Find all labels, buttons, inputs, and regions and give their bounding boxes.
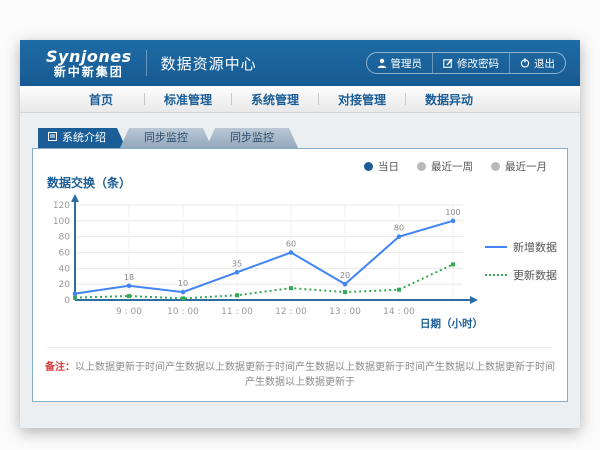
svg-text:9 : 00: 9 : 00 [116,307,142,317]
admin-label: 管理员 [391,56,423,71]
legend-line-swatch [485,246,507,248]
svg-text:120: 120 [53,201,70,211]
svg-text:10: 10 [178,279,188,288]
footer-note: 备注：以上数据更新于时间产生数据以上数据更新于时间产生数据以上数据更新于时间产生… [43,358,557,388]
chart-legend: 新增数据 更新数据 [485,193,565,333]
svg-text:35: 35 [232,259,242,268]
svg-text:80: 80 [59,233,71,243]
svg-text:12 : 00: 12 : 00 [275,307,307,317]
user-menu: 管理员 修改密码 退出 [366,52,567,74]
logo-brand: Synjones [46,48,132,65]
svg-text:日期（小时）: 日期（小时） [420,317,483,330]
logo: Synjones 新中新集团 [46,48,132,79]
tab-bar: 系统介绍 同步监控 同步监控 [38,128,568,148]
page-title: 数据资源中心 [161,53,257,74]
radio-dot [417,162,426,171]
radio-today[interactable]: 当日 [364,159,399,174]
content-area: 系统介绍 同步监控 同步监控 当日 最近一周 [20,113,580,402]
tab-label: 同步监控 [144,131,188,144]
tab-label: 同步监控 [230,131,274,144]
time-range-filter: 当日 最近一周 最近一月 [364,159,547,174]
radio-dot [364,162,373,171]
nav-item-interface-management[interactable]: 对接管理 [319,91,405,108]
svg-text:0: 0 [64,296,70,306]
svg-text:100: 100 [53,217,70,227]
note-text: 以上数据更新于时间产生数据以上数据更新于时间产生数据以上数据更新于时间产生数据以… [75,362,555,388]
y-axis-title: 数据交换（条） [47,174,131,191]
header-divider [146,50,147,76]
radio-last-week[interactable]: 最近一周 [417,159,473,174]
chart-panel: 当日 最近一周 最近一月 数据交换（条） 0 20 40 60 80 100 120 9 : … [32,148,568,402]
admin-button[interactable]: 管理员 [367,53,433,73]
logo-company: 新中新集团 [46,65,132,79]
nav-item-system-management[interactable]: 系统管理 [232,91,318,108]
legend-entry-new-data: 新增数据 [485,239,565,255]
nav-item-home[interactable]: 首页 [58,91,144,108]
svg-text:11 : 00: 11 : 00 [221,307,253,317]
svg-text:20: 20 [340,271,350,280]
change-password-button[interactable]: 修改密码 [432,53,509,73]
svg-text:60: 60 [286,240,296,249]
line-chart: 0 20 40 60 80 100 120 9 : 00 10 : 00 11 : 00 12 : … [45,193,485,333]
legend-line-swatch [485,274,507,276]
chart-row: 0 20 40 60 80 100 120 9 : 00 10 : 00 11 : 00 12 : … [45,193,565,333]
note-divider [47,347,553,348]
note-prefix: 备注： [45,362,75,373]
change-password-label: 修改密码 [457,56,499,71]
power-icon [520,58,530,68]
nav-item-data-change[interactable]: 数据异动 [406,91,492,108]
svg-text:18: 18 [124,273,134,282]
tab-label: 系统介绍 [62,128,106,148]
tab-sync-monitor-2[interactable]: 同步监控 [206,128,298,148]
document-icon [48,128,57,148]
svg-text:100: 100 [445,208,460,217]
app-window: Synjones 新中新集团 数据资源中心 管理员 修改密码 [20,40,580,428]
logout-button[interactable]: 退出 [509,53,565,73]
svg-text:60: 60 [59,249,71,259]
svg-text:20: 20 [59,280,71,290]
radio-dot [491,162,500,171]
app-header: Synjones 新中新集团 数据资源中心 管理员 修改密码 [20,40,580,86]
svg-text:10 : 00: 10 : 00 [167,307,199,317]
nav-item-standard-management[interactable]: 标准管理 [145,91,231,108]
user-icon [377,58,387,68]
radio-last-month[interactable]: 最近一月 [491,159,547,174]
tab-system-intro[interactable]: 系统介绍 [38,128,126,148]
svg-text:14 : 00: 14 : 00 [383,307,415,317]
edit-icon [443,58,453,68]
svg-text:13 : 00: 13 : 00 [329,307,361,317]
legend-entry-updated-data: 更新数据 [485,267,565,283]
svg-text:40: 40 [59,264,71,274]
svg-text:80: 80 [394,224,404,233]
logout-label: 退出 [534,56,555,71]
main-nav: 首页 标准管理 系统管理 对接管理 数据异动 [20,86,580,113]
tab-sync-monitor-1[interactable]: 同步监控 [120,128,212,148]
